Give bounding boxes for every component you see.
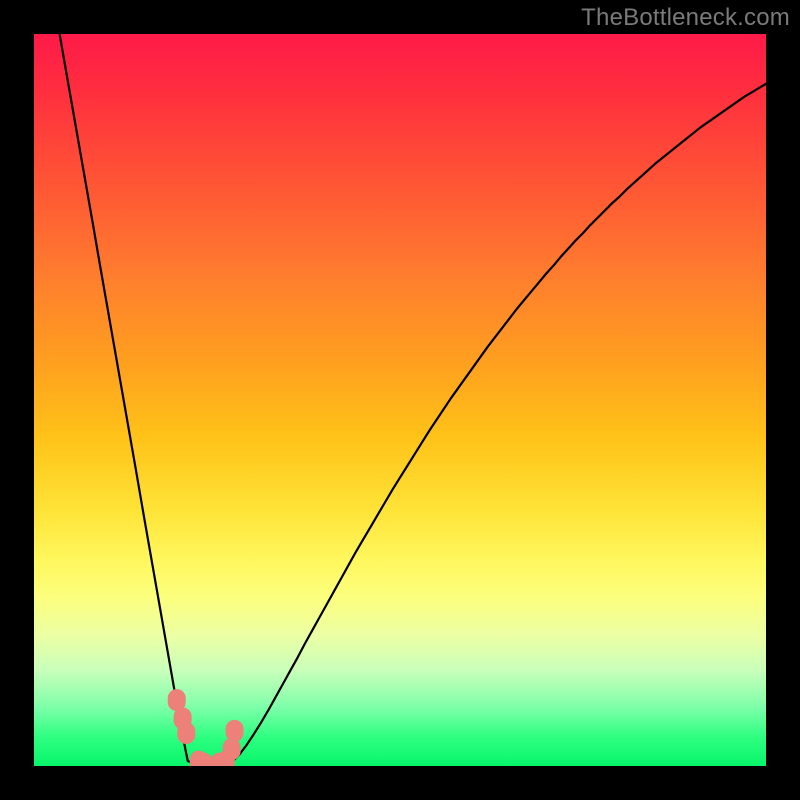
marker-group (168, 689, 244, 766)
plot-area (34, 34, 766, 766)
curve-marker (226, 720, 244, 742)
curve-marker (223, 738, 241, 760)
curve-marker (177, 722, 195, 744)
curve-svg (34, 34, 766, 766)
chart-frame: TheBottleneck.com (0, 0, 800, 800)
bottleneck-curve (34, 34, 766, 766)
watermark-text: TheBottleneck.com (581, 4, 790, 32)
